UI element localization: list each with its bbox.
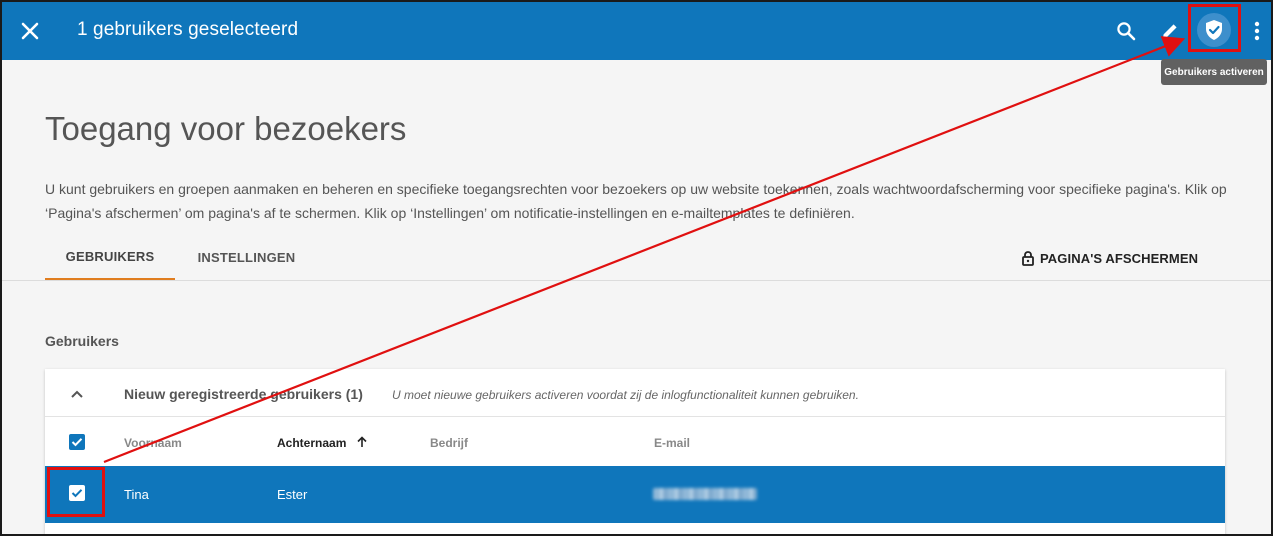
group-title: Nieuw geregistreerde gebruikers (1) bbox=[124, 386, 363, 402]
column-header-voornaam[interactable]: Voornaam bbox=[124, 436, 182, 450]
cell-achternaam: Ester bbox=[277, 487, 308, 502]
column-header-achternaam-label: Achternaam bbox=[277, 436, 347, 450]
app-window: 1 gebruikers geselecteerd Gebruikers act… bbox=[0, 0, 1273, 536]
search-icon bbox=[1117, 22, 1136, 41]
group-header[interactable]: Nieuw geregistreerde gebruikers (1) U mo… bbox=[45, 369, 1225, 417]
annotation-highlight-activate bbox=[1188, 4, 1241, 52]
users-card: Nieuw geregistreerde gebruikers (1) U mo… bbox=[45, 369, 1225, 534]
checkmark-icon bbox=[71, 438, 83, 447]
search-button[interactable] bbox=[1111, 16, 1141, 46]
selection-title: 1 gebruikers geselecteerd bbox=[77, 19, 299, 40]
annotation-highlight-checkbox bbox=[47, 467, 105, 517]
close-icon bbox=[21, 22, 39, 40]
group-note: U moet nieuwe gebruikers activeren voord… bbox=[392, 388, 859, 402]
more-vert-icon bbox=[1254, 21, 1260, 41]
edit-button[interactable] bbox=[1155, 16, 1185, 46]
column-header-bedrijf[interactable]: Bedrijf bbox=[430, 436, 468, 450]
protect-pages-label: PAGINA'S AFSCHERMEN bbox=[1040, 250, 1199, 266]
more-options-button[interactable] bbox=[1244, 16, 1270, 46]
table-row[interactable]: Tina Ester bbox=[45, 466, 1225, 523]
chevron-up-icon bbox=[71, 390, 83, 398]
section-title: Gebruikers bbox=[45, 333, 119, 349]
close-selection-button[interactable] bbox=[16, 17, 44, 45]
column-header-achternaam[interactable]: Achternaam bbox=[277, 436, 368, 450]
activate-tooltip: Gebruikers activeren bbox=[1161, 59, 1267, 85]
collapse-group-button[interactable] bbox=[67, 384, 87, 404]
tab-settings[interactable]: INSTELLINGEN bbox=[175, 234, 318, 280]
page-title: Toegang voor bezoekers bbox=[45, 110, 407, 147]
table-header: Voornaam Achternaam Bedrijf E-mail bbox=[45, 417, 1225, 465]
protect-pages-button[interactable]: PAGINA'S AFSCHERMEN bbox=[1022, 246, 1198, 270]
tab-users[interactable]: GEBRUIKERS bbox=[45, 234, 175, 280]
select-all-checkbox[interactable] bbox=[69, 434, 85, 450]
column-header-email[interactable]: E-mail bbox=[654, 436, 690, 450]
header-divider bbox=[2, 280, 1271, 281]
cell-email-blurred bbox=[653, 488, 757, 500]
cell-voornaam: Tina bbox=[124, 487, 149, 502]
sort-ascending-icon bbox=[357, 436, 367, 447]
pencil-icon bbox=[1163, 24, 1177, 38]
lock-icon bbox=[1022, 250, 1034, 266]
page-description: U kunt gebruikers en groepen aanmaken en… bbox=[45, 181, 1227, 221]
selection-toolbar: 1 gebruikers geselecteerd bbox=[2, 2, 1271, 60]
